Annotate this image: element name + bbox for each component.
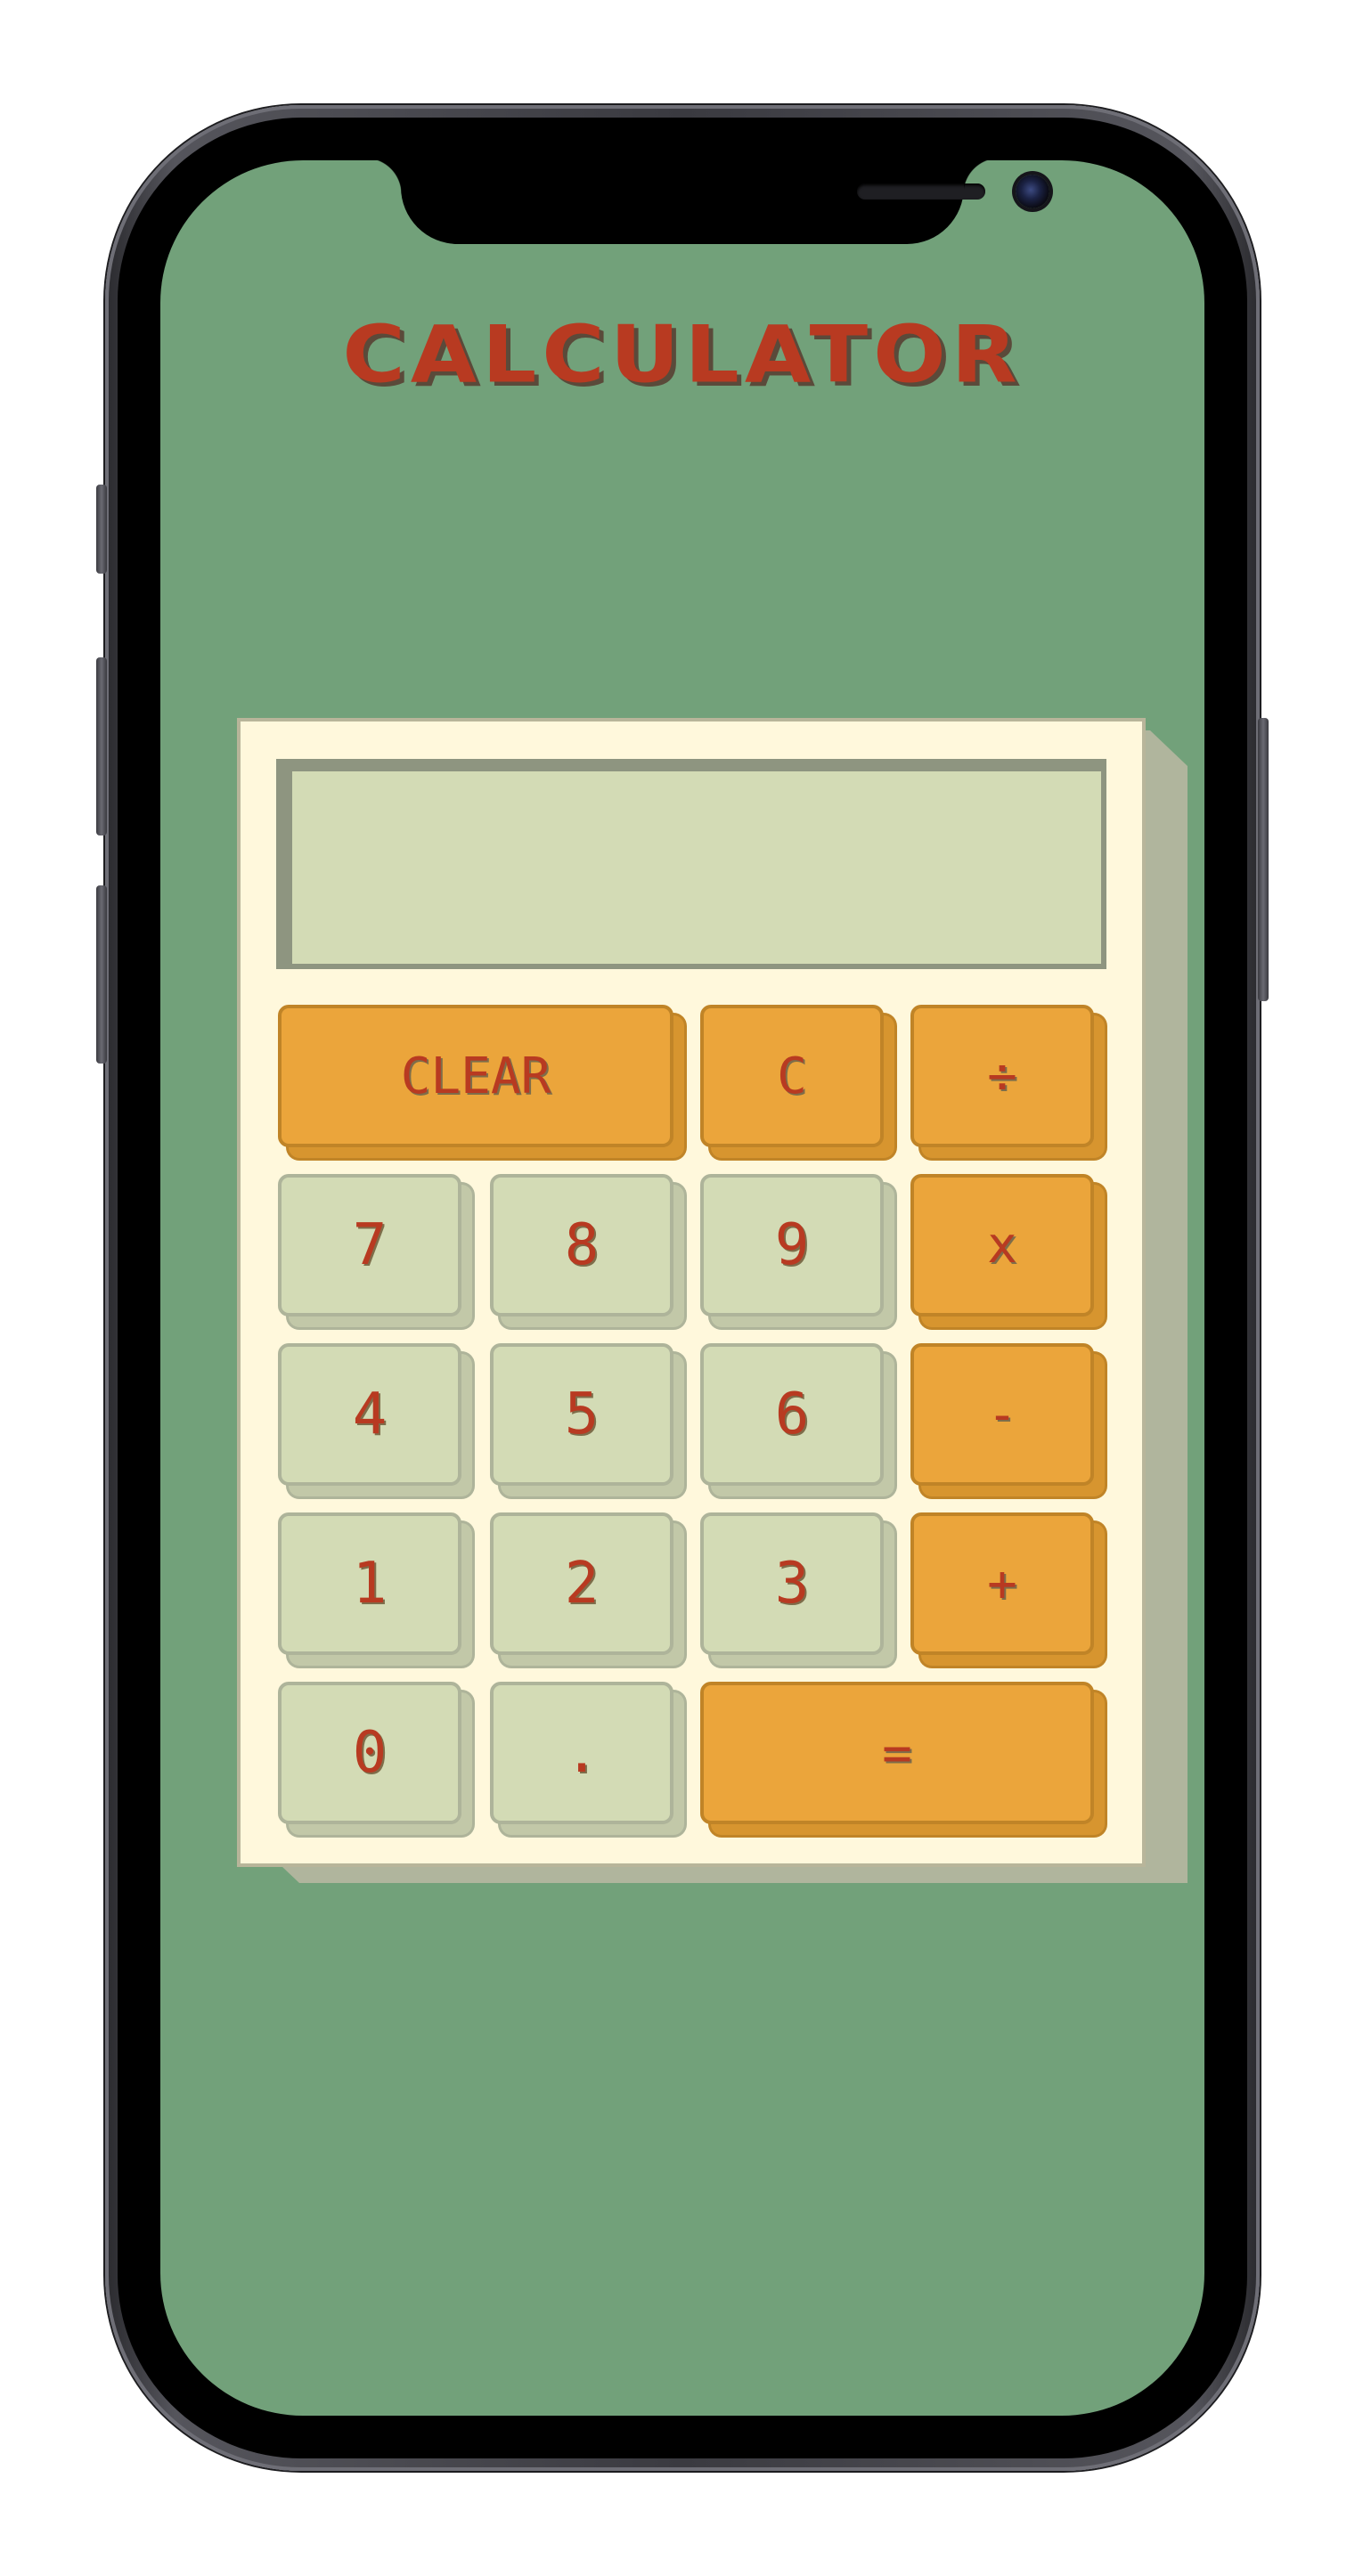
volume-down-button [96, 885, 107, 1064]
equals-button[interactable]: = [700, 1682, 1094, 1824]
two-button[interactable]: 2 [490, 1512, 673, 1655]
mute-switch [96, 485, 107, 574]
clear-button[interactable]: CLEAR [278, 1005, 673, 1147]
divide-button[interactable]: ÷ [910, 1005, 1094, 1147]
seven-button[interactable]: 7 [278, 1174, 461, 1317]
add-button[interactable]: + [910, 1512, 1094, 1655]
calculator-display [276, 759, 1106, 969]
phone-screen: CALCULATOR CLEAR C ÷ 7 8 9 x 4 5 6 - 1 2… [160, 160, 1204, 2416]
one-button[interactable]: 1 [278, 1512, 461, 1655]
speaker-grille [857, 183, 985, 200]
nine-button[interactable]: 9 [700, 1174, 884, 1317]
decimal-button[interactable]: . [490, 1682, 673, 1824]
page-title: CALCULATOR [342, 308, 1023, 401]
backspace-button[interactable]: C [700, 1005, 884, 1147]
multiply-button[interactable]: x [910, 1174, 1094, 1317]
front-camera-icon [1016, 175, 1049, 208]
subtract-button[interactable]: - [910, 1343, 1094, 1486]
eight-button[interactable]: 8 [490, 1174, 673, 1317]
zero-button[interactable]: 0 [278, 1682, 461, 1824]
four-button[interactable]: 4 [278, 1343, 461, 1486]
notch [365, 160, 1049, 244]
five-button[interactable]: 5 [490, 1343, 673, 1486]
calculator-body: CLEAR C ÷ 7 8 9 x 4 5 6 - 1 2 3 + 0 . = [237, 718, 1146, 1867]
three-button[interactable]: 3 [700, 1512, 884, 1655]
power-button [1258, 718, 1269, 1001]
volume-up-button [96, 657, 107, 836]
six-button[interactable]: 6 [700, 1343, 884, 1486]
